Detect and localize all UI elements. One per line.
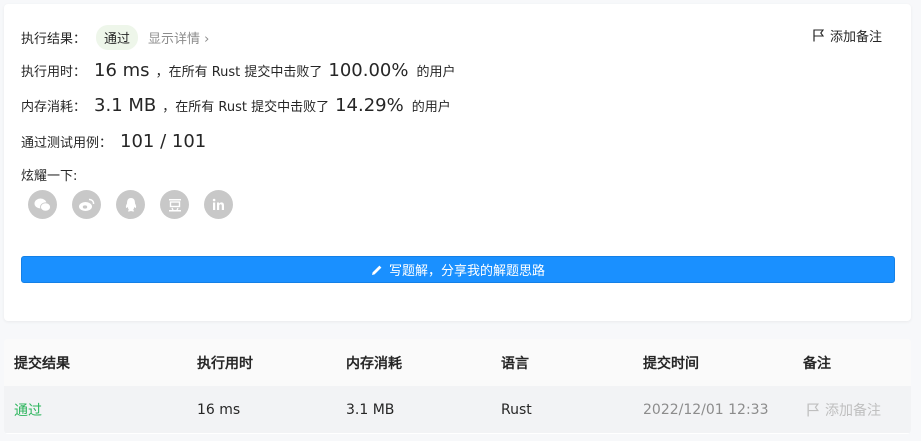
submission-table: 提交结果 执行用时 内存消耗 语言 提交时间 备注 通过 16 ms 3.1 M… [4,339,911,434]
flag-icon [813,29,824,42]
share-label: 炫耀一下: [21,169,78,184]
result-label: 执行结果： [21,32,87,47]
header-time: 提交时间 [643,355,699,372]
write-solution-label: 写题解，分享我的解题思路 [388,264,545,279]
row-language: Rust [501,401,532,418]
runtime-value: 16 ms [94,60,150,81]
table-header: 提交结果 执行用时 内存消耗 语言 提交时间 备注 [4,339,911,386]
memory-value: 3.1 MB [94,95,157,116]
result-row: 执行结果： 通过 显示详情 › [21,25,209,50]
header-memory: 内存消耗 [346,355,402,372]
runtime-label: 执行用时： [21,65,87,80]
weibo-icon[interactable] [72,190,101,219]
header-runtime: 执行用时 [197,355,253,372]
wechat-icon[interactable] [28,190,57,219]
header-result: 提交结果 [14,355,70,372]
row-add-note-label: 添加备注 [825,402,881,419]
qq-icon[interactable] [116,190,145,219]
runtime-mid-text: ，在所有 Rust 提交中击败了 [155,65,323,80]
add-note-button[interactable]: 添加备注 [813,26,882,45]
memory-row: 内存消耗： 3.1 MB ，在所有 Rust 提交中击败了 14.29% 的用户 [21,95,451,116]
show-details-link[interactable]: 显示详情 › [148,28,209,47]
memory-label: 内存消耗： [21,100,87,115]
memory-percent: 14.29% [335,95,404,116]
submission-result-card: 执行结果： 通过 显示详情 › 添加备注 执行用时： 16 ms ，在所有 Ru… [4,4,911,321]
runtime-suffix: 的用户 [416,65,456,80]
row-add-note-button[interactable]: 添加备注 [807,400,881,420]
flag-icon [807,402,819,416]
row-memory: 3.1 MB [346,401,395,418]
add-note-label: 添加备注 [829,30,882,45]
share-icons [28,190,248,219]
tests-value: 101 / 101 [120,131,207,152]
tests-label: 通过测试用例： [21,136,113,151]
header-note: 备注 [803,355,831,372]
pencil-icon [371,265,382,275]
douban-icon[interactable] [160,190,189,219]
row-runtime: 16 ms [197,401,241,418]
write-solution-button[interactable]: 写题解，分享我的解题思路 [21,256,895,283]
runtime-percent: 100.00% [328,60,409,81]
status-badge: 通过 [96,25,139,50]
runtime-row: 执行用时： 16 ms ，在所有 Rust 提交中击败了 100.00% 的用户 [21,60,456,81]
row-time: 2022/12/01 12:33 [643,401,769,418]
tests-row: 通过测试用例： 101 / 101 [21,131,206,152]
header-language: 语言 [501,355,529,372]
linkedin-icon[interactable] [204,190,233,219]
memory-mid-text: ，在所有 Rust 提交中击败了 [162,100,330,115]
share-row: 炫耀一下: [21,165,77,184]
table-row[interactable]: 通过 16 ms 3.1 MB Rust 2022/12/01 12:33 添加… [4,386,911,433]
memory-suffix: 的用户 [411,100,451,115]
row-result-link[interactable]: 通过 [14,400,42,420]
